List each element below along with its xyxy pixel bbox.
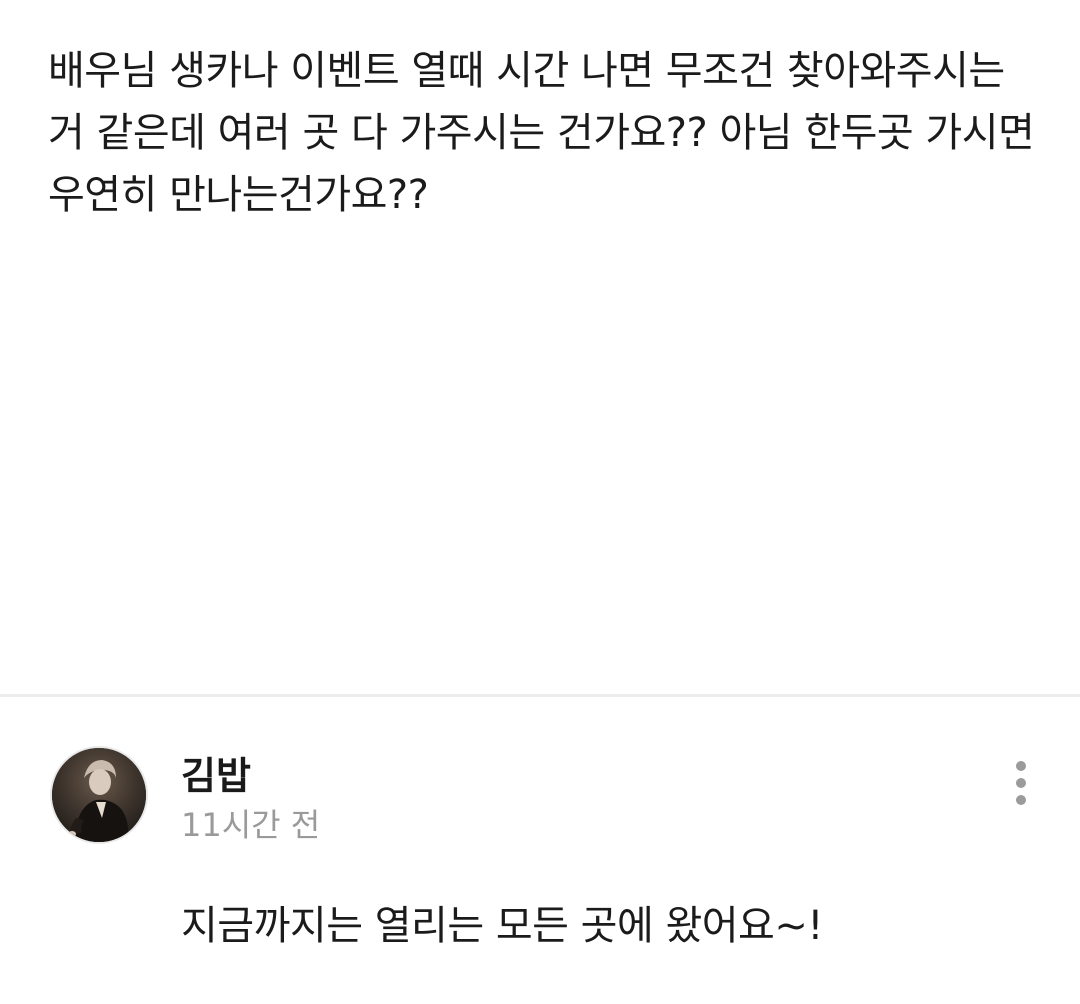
more-vertical-icon bbox=[1016, 761, 1026, 771]
comment-item: 김밥 11시간 전 지금까지는 열리는 모든 곳에 왔어요~! bbox=[0, 697, 1080, 1004]
comment-text: 지금까지는 열리는 모든 곳에 왔어요~! bbox=[181, 903, 823, 949]
avatar[interactable] bbox=[50, 746, 148, 844]
more-vertical-icon bbox=[1016, 778, 1026, 788]
comment-timestamp: 11시간 전 bbox=[181, 806, 321, 844]
profile-photo-icon bbox=[52, 748, 146, 842]
comment-author[interactable]: 김밥 bbox=[181, 753, 251, 799]
more-vertical-icon bbox=[1016, 795, 1026, 805]
more-options-button[interactable] bbox=[1000, 757, 1042, 809]
post-body-text: 배우님 생카나 이벤트 열때 시간 나면 무조건 찾아와주시는 거 같은데 여러… bbox=[48, 48, 1047, 218]
